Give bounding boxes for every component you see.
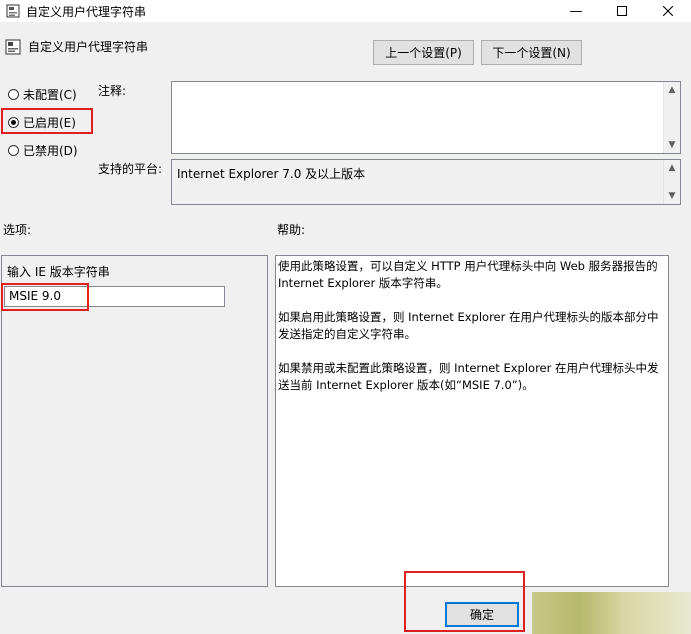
maximize-button[interactable]: [599, 0, 645, 22]
minimize-icon: —: [569, 3, 583, 19]
comment-scrollbar[interactable]: ▲ ▼: [663, 82, 680, 153]
policy-app-icon: [6, 4, 20, 18]
comment-label: 注释:: [98, 84, 127, 98]
radio-not-configured[interactable]: 未配置(C): [8, 86, 77, 103]
radio-disabled-indicator: [8, 145, 19, 156]
platform-box: Internet Explorer 7.0 及以上版本 ▲ ▼: [171, 159, 681, 205]
next-setting-button[interactable]: 下一个设置(N): [481, 40, 582, 65]
title-bar: 自定义用户代理字符串 —: [0, 0, 691, 22]
minimize-button[interactable]: —: [553, 0, 599, 22]
close-icon: [663, 6, 673, 16]
maximize-icon: [617, 6, 627, 16]
highlight-ie-version: [1, 283, 89, 311]
radio-not-configured-indicator: [8, 89, 19, 100]
help-text: 使用此策略设置，可以自定义 HTTP 用户代理标头中向 Web 服务器报告的 I…: [278, 258, 666, 411]
help-heading: 帮助:: [277, 223, 306, 237]
platform-label: 支持的平台:: [98, 162, 163, 176]
blurred-area: [532, 592, 691, 634]
ok-button[interactable]: 确定: [445, 602, 519, 627]
scroll-down-icon[interactable]: ▼: [664, 140, 680, 150]
scroll-down-icon[interactable]: ▼: [664, 191, 680, 201]
window-title: 自定义用户代理字符串: [26, 5, 147, 19]
close-button[interactable]: [645, 0, 691, 22]
comment-textarea[interactable]: ▲ ▼: [171, 81, 681, 154]
radio-enabled[interactable]: 已启用(E): [8, 114, 76, 131]
radio-not-configured-label: 未配置(C): [23, 88, 77, 102]
platform-value: Internet Explorer 7.0 及以上版本: [177, 167, 366, 181]
ie-version-field-label: 输入 IE 版本字符串: [7, 265, 110, 279]
policy-setting-icon: [5, 39, 21, 55]
radio-disabled-label: 已禁用(D): [23, 144, 78, 158]
setting-title: 自定义用户代理字符串: [28, 40, 149, 54]
scroll-up-icon[interactable]: ▲: [664, 85, 680, 95]
previous-setting-button[interactable]: 上一个设置(P): [373, 40, 474, 65]
radio-disabled[interactable]: 已禁用(D): [8, 142, 78, 159]
help-paragraph: 如果禁用或未配置此策略设置，则 Internet Explorer 在用户代理标…: [278, 361, 659, 392]
scroll-up-icon[interactable]: ▲: [664, 163, 680, 173]
platform-scrollbar[interactable]: ▲ ▼: [663, 160, 680, 204]
radio-enabled-label: 已启用(E): [23, 116, 76, 130]
radio-enabled-indicator: [8, 117, 19, 128]
help-paragraph: 使用此策略设置，可以自定义 HTTP 用户代理标头中向 Web 服务器报告的 I…: [278, 259, 658, 290]
help-paragraph: 如果启用此策略设置，则 Internet Explorer 在用户代理标头的版本…: [278, 310, 659, 341]
options-heading: 选项:: [3, 223, 32, 237]
